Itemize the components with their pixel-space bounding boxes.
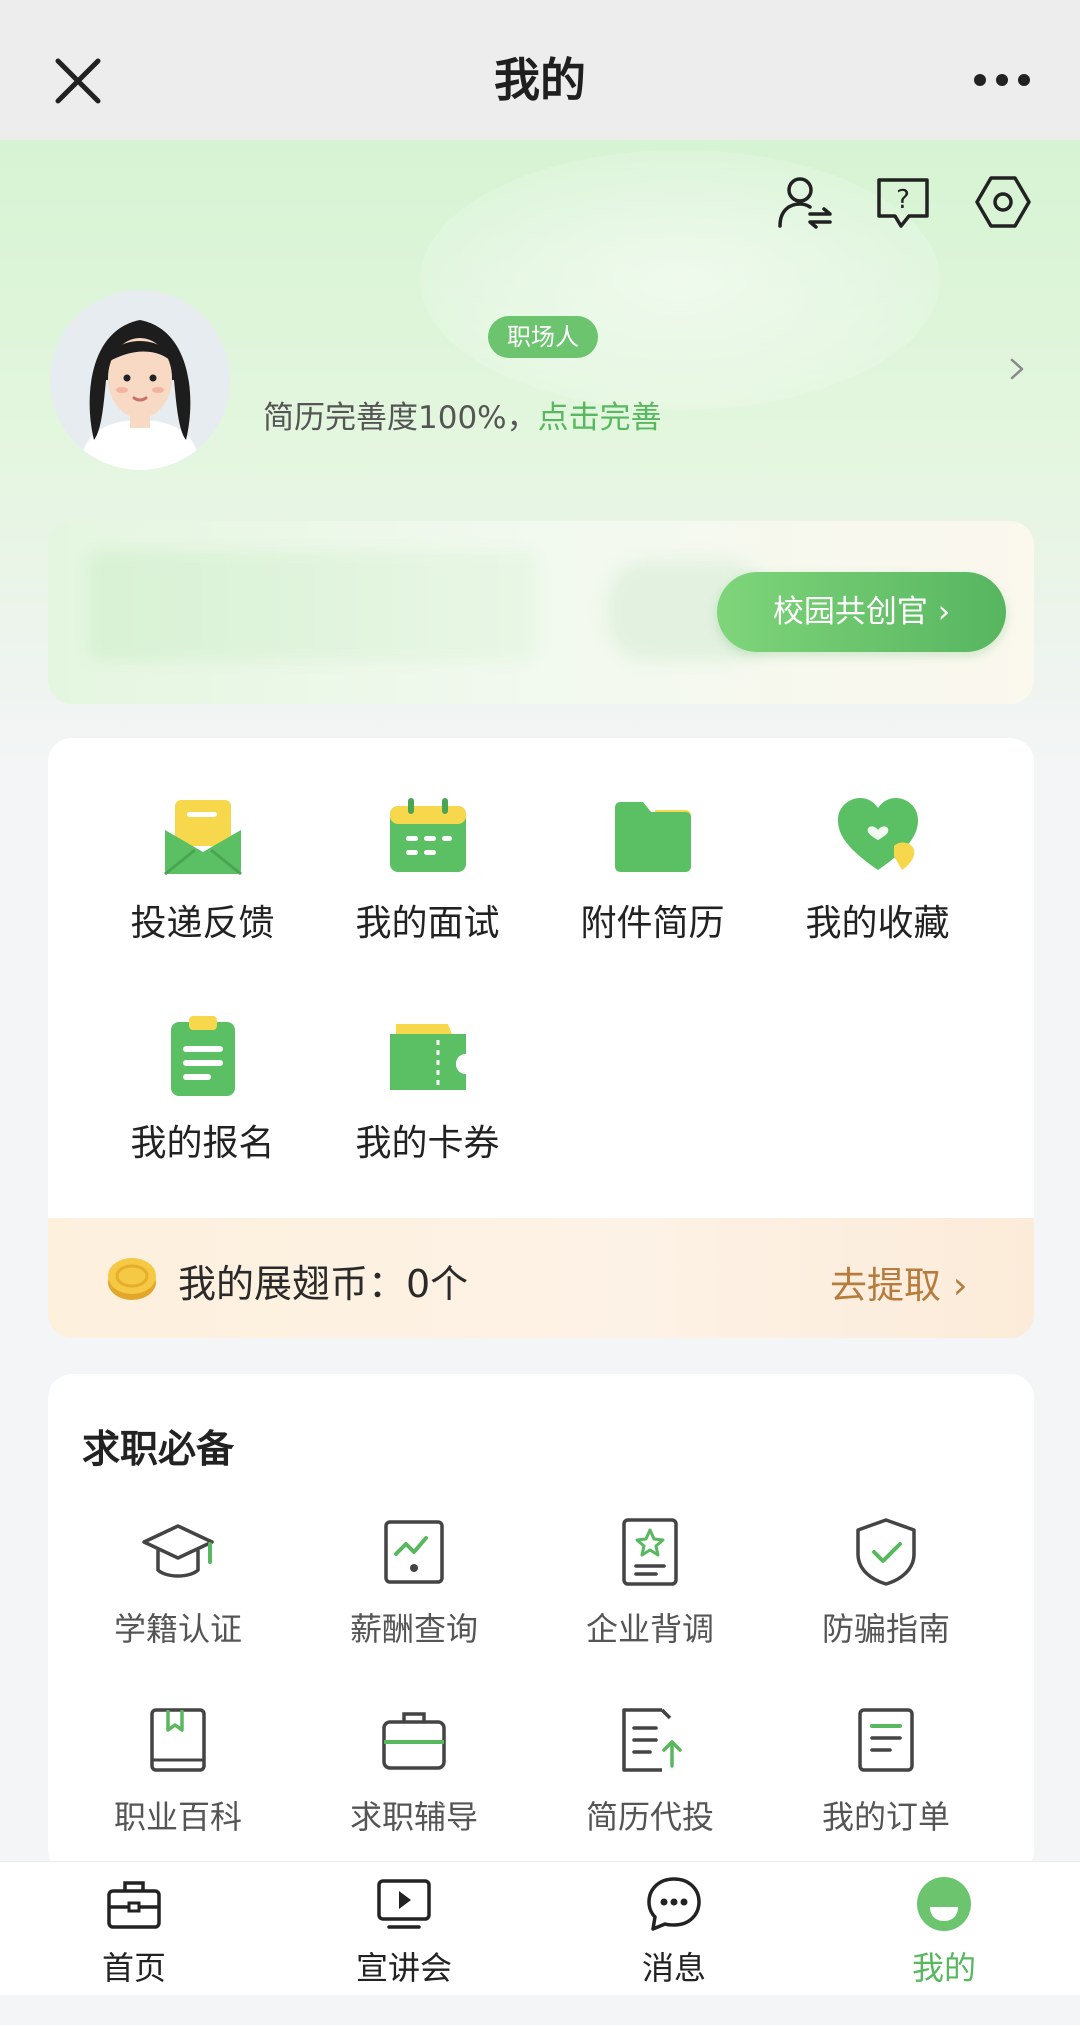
function-item-attachment-resume[interactable]: 附件简历: [540, 794, 765, 946]
function-label: 我的收藏: [805, 903, 950, 944]
essential-item-anti-fraud-guide[interactable]: 防骗指南: [768, 1514, 1004, 1650]
svg-text:?: ?: [896, 185, 910, 215]
resume-completeness: 简历完善度100%，点击完善: [263, 392, 662, 437]
header-decoration: [420, 150, 940, 410]
essential-label: 职业百科: [113, 1798, 242, 1836]
function-item-my-interviews[interactable]: 我的面试: [315, 794, 540, 946]
essential-item-resume-delivery[interactable]: 简历代投: [532, 1702, 768, 1838]
essential-label: 我的订单: [821, 1798, 950, 1836]
badge-document-icon: [622, 1518, 678, 1586]
avatar[interactable]: [50, 290, 230, 470]
campus-co-creator-button[interactable]: 校园共创官 ›: [717, 572, 1006, 652]
function-item-delivery-feedback[interactable]: 投递反馈: [90, 794, 315, 946]
withdraw-coins-link[interactable]: 去提取 ›: [830, 1255, 968, 1309]
essential-label: 求职辅导: [349, 1798, 478, 1836]
tab-label: 消息: [641, 1949, 706, 1987]
tab-mine[interactable]: 我的: [844, 1875, 1044, 1989]
more-dots-icon[interactable]: [972, 70, 1032, 90]
tab-label: 我的: [911, 1949, 976, 1987]
book-icon: [150, 1708, 206, 1772]
home-briefcase-icon: [107, 1881, 161, 1929]
essential-item-background-check[interactable]: 企业背调: [532, 1514, 768, 1650]
essential-item-career-encyclopedia[interactable]: 职业百科: [60, 1702, 296, 1838]
profile-face-icon: [917, 1877, 971, 1931]
essential-label: 学籍认证: [113, 1610, 242, 1648]
coin-balance-label: 我的展翅币：0个: [178, 1262, 469, 1306]
function-label: 我的面试: [355, 903, 500, 944]
heart-icon: [837, 798, 918, 870]
function-label: 投递反馈: [130, 903, 275, 944]
essential-item-salary-query[interactable]: 薪酬查询: [296, 1514, 532, 1650]
tab-home[interactable]: 首页: [34, 1875, 234, 1989]
function-label: 附件简历: [580, 903, 725, 944]
close-icon[interactable]: [52, 55, 104, 107]
resume-completeness-text: 简历完善度100%，: [263, 400, 538, 436]
resume-upload-icon: [622, 1708, 682, 1772]
avatar-illustration: [50, 290, 230, 470]
coupon-icon: [389, 1024, 466, 1090]
coin-icon: [108, 1258, 156, 1300]
salary-chart-icon: [384, 1520, 444, 1584]
function-item-my-coupons[interactable]: 我的卡券: [315, 1014, 540, 1166]
help-icon[interactable]: ?: [873, 172, 933, 232]
tab-presentations[interactable]: 宣讲会: [304, 1875, 504, 1989]
essential-item-student-verification[interactable]: 学籍认证: [60, 1514, 296, 1650]
function-item-my-favorites[interactable]: 我的收藏: [765, 794, 990, 946]
settings-icon[interactable]: [973, 172, 1033, 232]
complete-resume-link[interactable]: 点击完善: [538, 400, 662, 436]
function-label: 我的报名: [130, 1123, 275, 1164]
briefcase-icon: [382, 1712, 446, 1770]
switch-identity-icon[interactable]: [774, 172, 834, 232]
shield-check-icon: [856, 1518, 916, 1586]
chat-bubble-icon: [647, 1877, 701, 1931]
folder-icon: [614, 802, 691, 872]
clipboard-icon: [170, 1016, 235, 1096]
blurred-banner-text: [88, 551, 538, 661]
order-list-icon: [858, 1708, 914, 1772]
envelope-icon: [163, 800, 242, 876]
graduation-cap-icon: [142, 1524, 214, 1578]
essential-label: 企业背调: [585, 1610, 714, 1648]
essential-label: 简历代投: [585, 1798, 714, 1836]
home-indicator-area: [0, 1995, 1080, 2025]
chevron-right-icon[interactable]: [1006, 358, 1028, 380]
tab-label: 宣讲会: [355, 1949, 452, 1987]
function-label: 我的卡券: [355, 1123, 500, 1164]
essential-label: 防骗指南: [821, 1610, 950, 1648]
essential-item-my-orders[interactable]: 我的订单: [768, 1702, 1004, 1838]
section-title: 求职必备: [82, 1427, 235, 1471]
tab-label: 首页: [101, 1949, 166, 1987]
play-screen-icon: [377, 1879, 431, 1929]
calendar-icon: [389, 798, 466, 872]
identity-badge: 职场人: [488, 316, 598, 358]
essential-item-job-coaching[interactable]: 求职辅导: [296, 1702, 532, 1838]
function-item-my-registration[interactable]: 我的报名: [90, 1014, 315, 1166]
page-title: 我的: [494, 53, 586, 107]
essential-label: 薪酬查询: [349, 1610, 478, 1648]
tab-messages[interactable]: 消息: [574, 1875, 774, 1989]
